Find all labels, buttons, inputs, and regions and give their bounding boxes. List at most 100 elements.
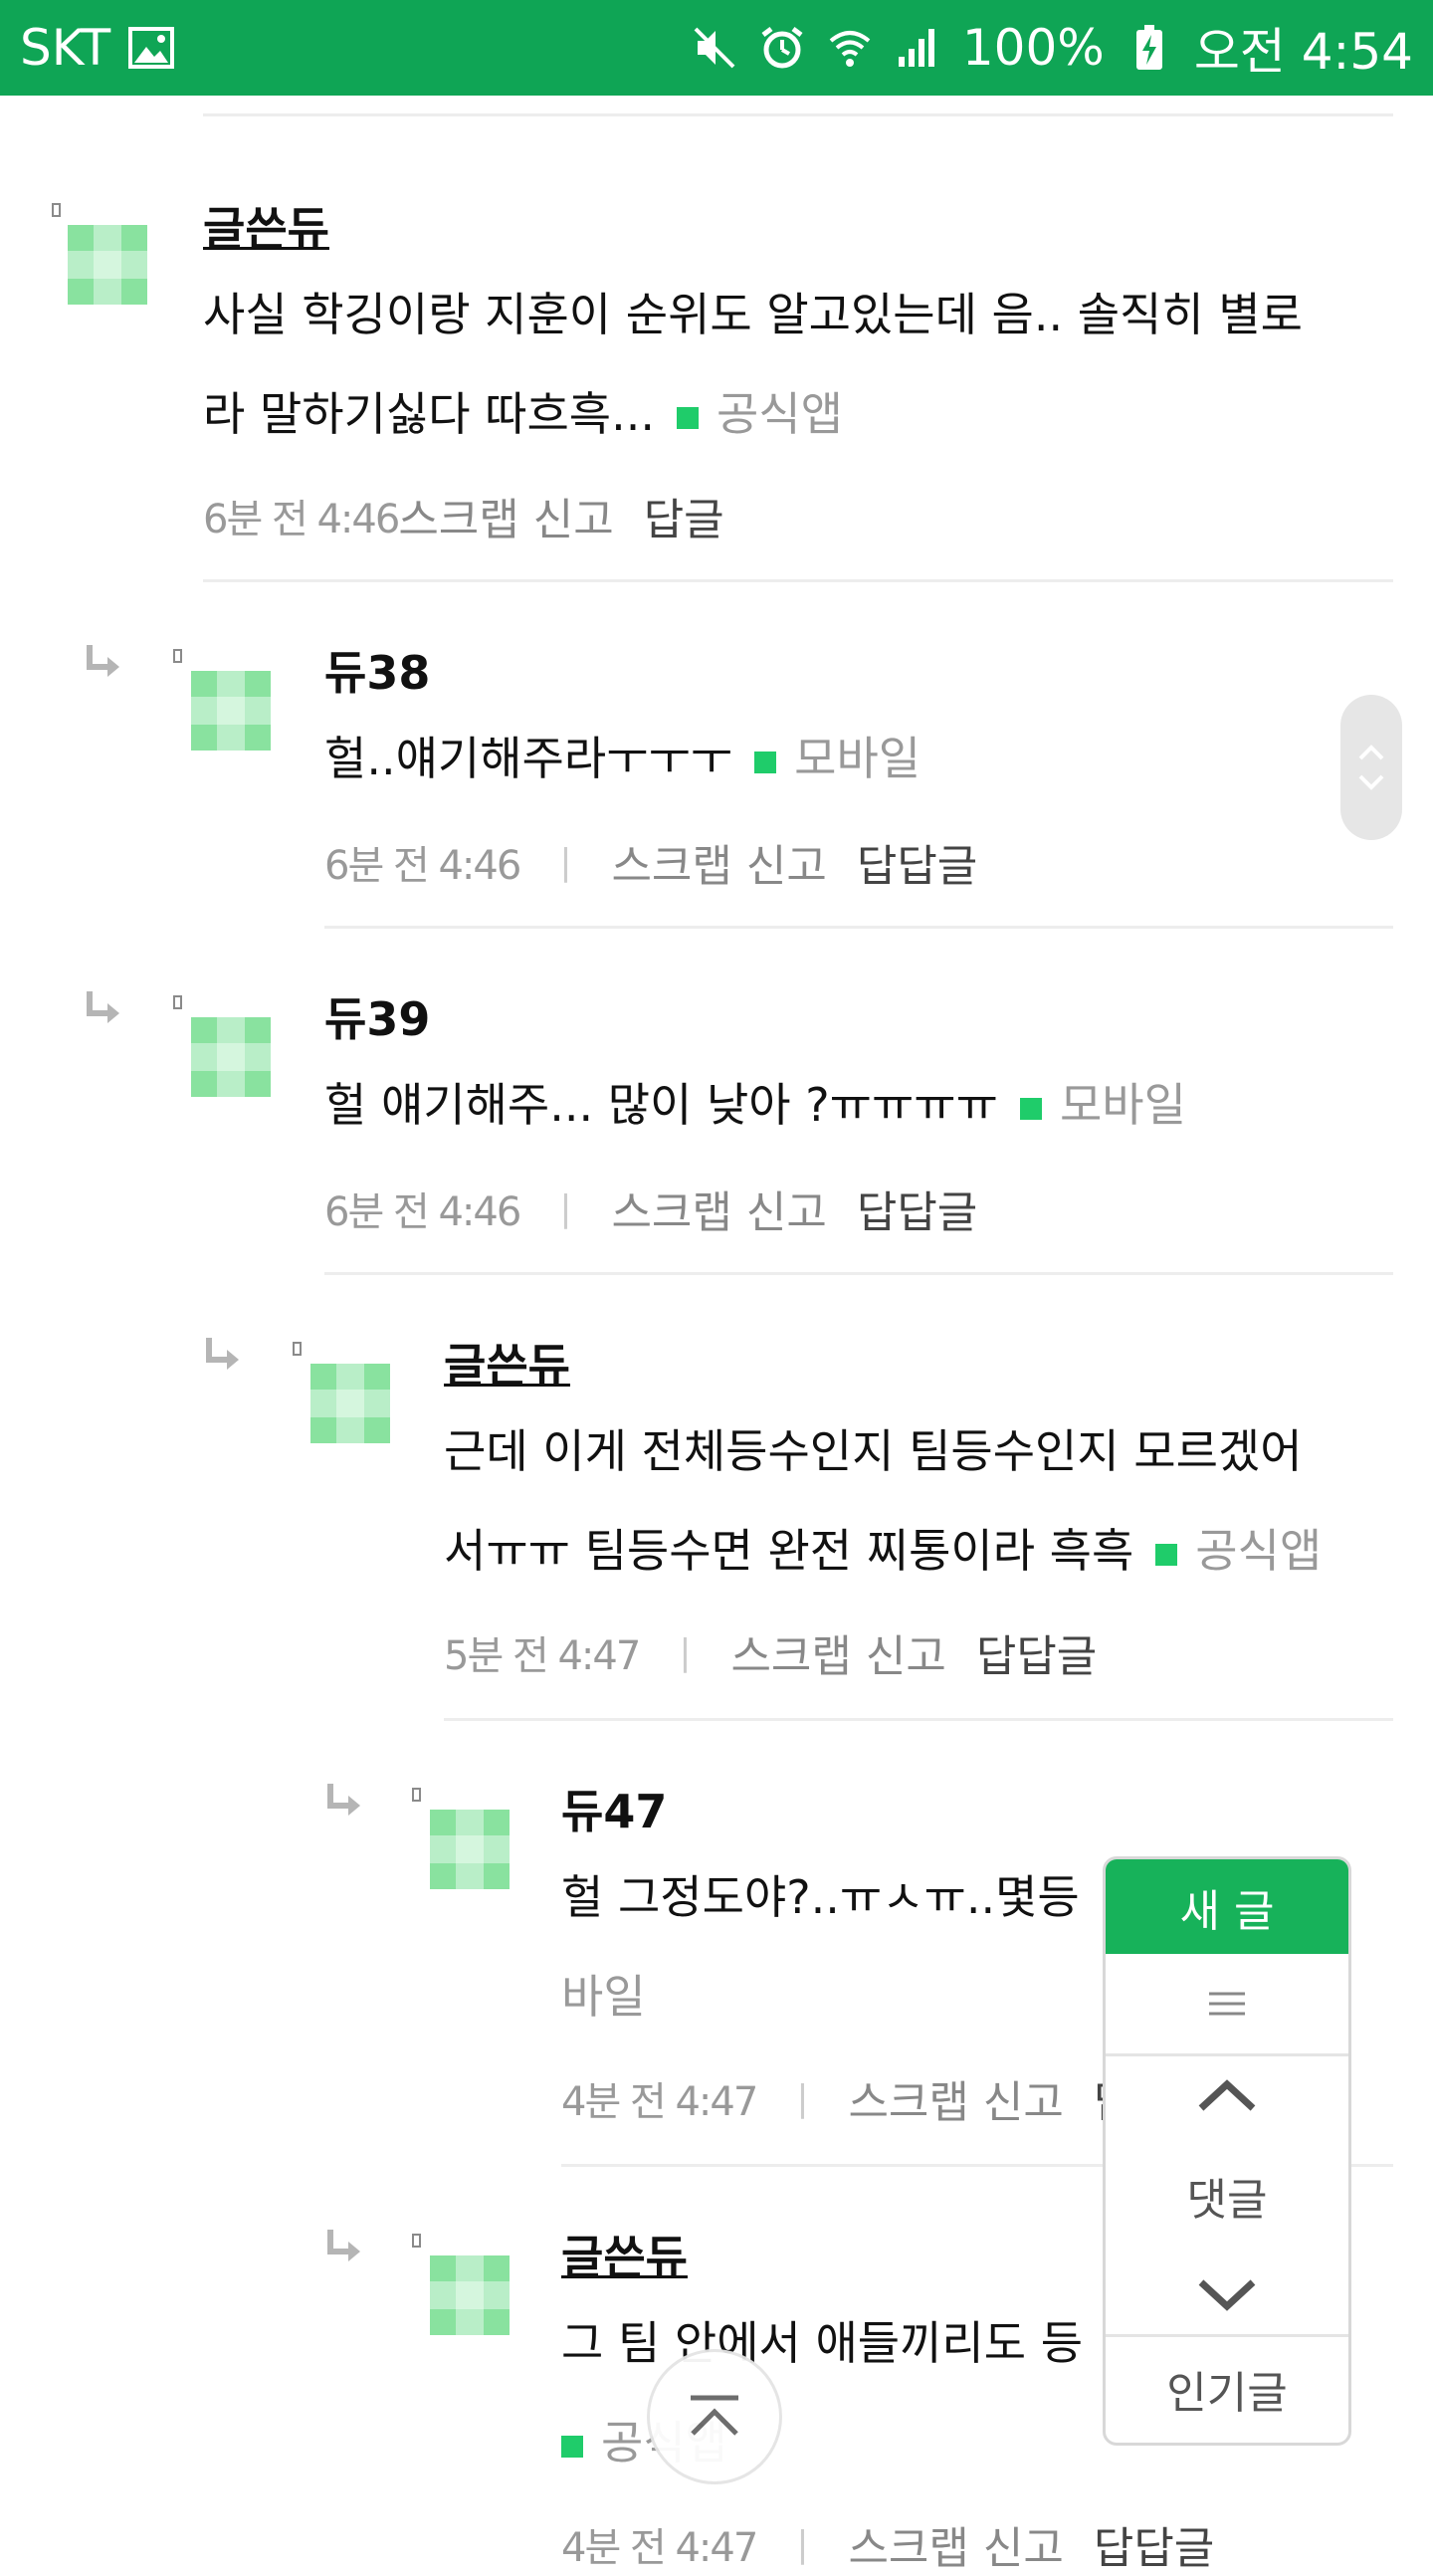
comment-meta: 5분 전 4:47 | 스크랩 신고 답답글	[444, 1620, 1097, 1684]
mute-icon	[692, 25, 737, 71]
scrap-report-links[interactable]: 스크랩 신고	[848, 2512, 1063, 2576]
scrap-report-links[interactable]: 스크랩 신고	[730, 1620, 945, 1684]
avatar	[430, 2255, 510, 2335]
mobile-badge-icon	[754, 751, 777, 773]
avatar-level-marker	[52, 203, 61, 217]
scrap-report-links[interactable]: 스크랩 신고	[611, 830, 826, 894]
clock: 오전 4:54	[1193, 23, 1413, 81]
reply-arrow-icon	[206, 1338, 239, 1370]
comment-nickname[interactable]: 글쓴듀	[203, 193, 329, 259]
reply-button[interactable]: 답답글	[857, 1177, 977, 1240]
avatar	[310, 1364, 390, 1443]
menu-button[interactable]	[1106, 1954, 1348, 2056]
comment-time: 6분 전 4:46	[324, 843, 521, 889]
avatar	[68, 225, 147, 305]
reply-arrow-icon	[327, 2230, 360, 2261]
comment-time: 6분 전 4:46	[203, 497, 400, 542]
divider	[203, 113, 1393, 116]
fast-scroll-handle[interactable]	[1340, 695, 1402, 840]
floating-nav-panel: 새 글 댓글 인기글	[1103, 1856, 1351, 2446]
comment-body: 헐 얘기해주... 많이 낮아 ?ㅠㅠㅠㅠ 모바일	[324, 1055, 1320, 1155]
comment-text-line: 근데 이게 전체등수인지 팀등수인지 모르겠어	[444, 1424, 1303, 1478]
app-badge-icon	[677, 406, 699, 429]
comment-body: 헐..얘기해주라ㅜㅜㅜ 모바일	[324, 709, 1320, 808]
post-source-continued: 바일	[561, 1970, 646, 2024]
app-badge-icon	[1155, 1543, 1178, 1566]
comment-nav-label: 댓글	[1186, 2174, 1268, 2226]
post-source: 모바일	[794, 732, 921, 785]
comment-meta: 4분 전 4:47 | 스크랩 신고 답답글	[561, 2512, 1214, 2576]
comment-text-line: 라 말하기싫다 따흐흑...	[203, 387, 655, 441]
comment-nickname[interactable]: 글쓴듀	[561, 2222, 688, 2287]
avatar-level-marker	[412, 2234, 421, 2248]
app-badge-icon	[561, 2435, 583, 2458]
carrier-label: SKT	[20, 19, 111, 77]
prev-comment-chevron-up-icon[interactable]	[1197, 2078, 1257, 2112]
comment-body: 근데 이게 전체등수인지 팀등수인지 모르겠어 서ㅠㅠ 팀등수면 완전 찌통이라…	[444, 1401, 1399, 1601]
scrap-report-links[interactable]: 스크랩 신고	[611, 1177, 826, 1240]
reply-button[interactable]: 답답글	[1094, 2512, 1214, 2576]
comment-text-line: 사실 학깅이랑 지훈이 순위도 알고있는데 음.. 솔직히 별로	[203, 288, 1303, 341]
avatar-level-marker	[173, 995, 182, 1009]
comment-text-line: 헐 얘기해주... 많이 낮아 ?ㅠㅠㅠㅠ	[324, 1078, 998, 1132]
separator: |	[679, 1631, 692, 1673]
scrap-report-links[interactable]: 스크랩 신고	[398, 484, 613, 547]
comment-nickname[interactable]: 듀47	[561, 1776, 667, 1841]
divider	[324, 926, 1393, 929]
reply-arrow-icon	[87, 645, 119, 677]
wifi-icon	[827, 25, 873, 71]
separator: |	[559, 841, 572, 883]
divider	[324, 1272, 1393, 1275]
comment-meta: 6분 전 4:46 스크랩 신고 답글	[203, 484, 724, 547]
chevron-down-icon	[1358, 774, 1384, 790]
alarm-icon	[759, 25, 805, 71]
post-source: 공식앱	[1195, 1524, 1323, 1578]
avatar	[191, 1017, 271, 1097]
reply-button[interactable]: 답글	[644, 484, 724, 547]
comment-time: 4분 전 4:47	[561, 2525, 758, 2571]
battery-percent: 100%	[961, 19, 1105, 77]
comment-time: 6분 전 4:46	[324, 1189, 521, 1235]
comment-text-line: 서ㅠㅠ 팀등수면 완전 찌통이라 흑흑	[444, 1524, 1134, 1578]
gallery-notification-icon	[128, 25, 175, 71]
scrap-report-links[interactable]: 스크랩 신고	[848, 2066, 1063, 2130]
avatar	[191, 671, 271, 751]
comment-meta: 6분 전 4:46 | 스크랩 신고 답답글	[324, 1177, 977, 1240]
avatar-level-marker	[412, 1788, 421, 1802]
avatar-level-marker	[293, 1342, 302, 1356]
next-comment-chevron-down-icon[interactable]	[1197, 2278, 1257, 2312]
mobile-badge-icon	[1019, 1097, 1042, 1120]
divider	[203, 579, 1393, 582]
comment-time: 5분 전 4:47	[444, 1633, 641, 1679]
chevron-up-icon	[1358, 745, 1384, 760]
separator: |	[559, 1187, 572, 1229]
reply-arrow-icon	[327, 1784, 360, 1816]
scroll-top-icon	[691, 2395, 738, 2436]
comment-nickname[interactable]: 듀39	[324, 983, 430, 1049]
comment-navigator: 댓글	[1106, 2056, 1348, 2337]
separator: |	[796, 2077, 809, 2119]
scroll-to-top-button[interactable]	[647, 2349, 782, 2484]
comment-text-line: 헐..얘기해주라ㅜㅜㅜ	[324, 732, 733, 785]
post-source: 모바일	[1059, 1078, 1186, 1132]
post-source: 공식앱	[716, 387, 843, 441]
avatar	[430, 1810, 510, 1889]
reply-button[interactable]: 답답글	[857, 830, 977, 894]
comment-meta: 6분 전 4:46 | 스크랩 신고 답답글	[324, 830, 977, 894]
reply-button[interactable]: 답답글	[976, 1620, 1097, 1684]
comment-nickname[interactable]: 글쓴듀	[444, 1330, 570, 1395]
new-post-button[interactable]: 새 글	[1106, 1859, 1348, 1954]
popular-posts-button[interactable]: 인기글	[1106, 2337, 1348, 2441]
menu-icon	[1209, 1992, 1245, 2016]
signal-icon	[895, 25, 940, 71]
comment-body: 사실 학깅이랑 지훈이 순위도 알고있는데 음.. 솔직히 별로 라 말하기싫다…	[203, 265, 1397, 464]
comment-time: 4분 전 4:47	[561, 2079, 758, 2125]
status-bar: SKT 100% 오전 4:54	[0, 0, 1433, 96]
divider	[444, 1718, 1393, 1721]
comment-meta: 4분 전 4:47 | 스크랩 신고 답	[561, 2066, 1133, 2130]
separator: |	[796, 2523, 809, 2565]
reply-arrow-icon	[87, 991, 119, 1023]
avatar-level-marker	[173, 649, 182, 663]
battery-charging-icon	[1126, 25, 1172, 71]
comment-nickname[interactable]: 듀38	[324, 637, 430, 703]
